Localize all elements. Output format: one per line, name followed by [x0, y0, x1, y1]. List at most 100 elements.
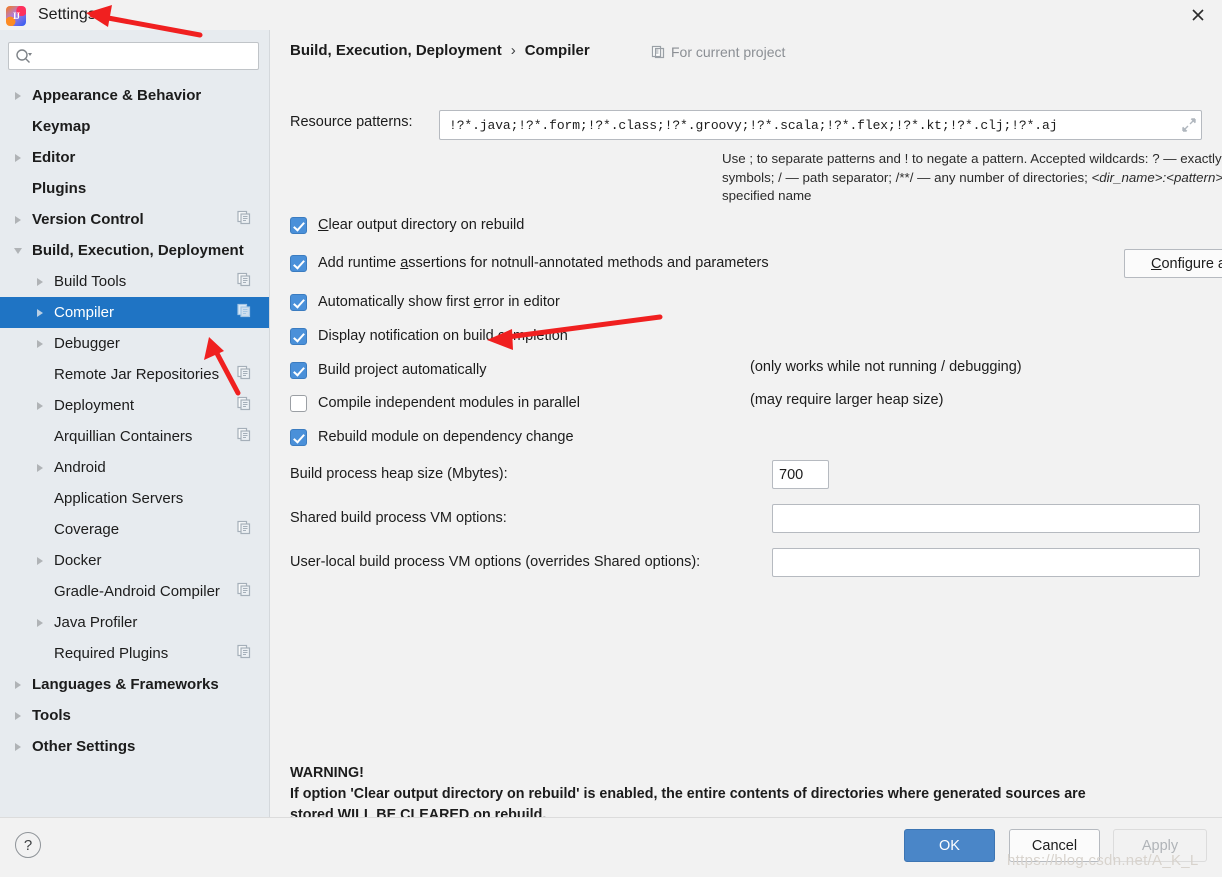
cancel-button[interactable]: Cancel — [1009, 829, 1100, 862]
scope-note: For current project — [651, 44, 785, 60]
checkbox-clear-output[interactable] — [290, 216, 307, 234]
checkbox-runtime-assertions[interactable] — [290, 254, 307, 272]
checkbox-row-parallel-compile[interactable]: Compile independent modules in parallel — [290, 392, 580, 414]
help-line-2a: symbols; / — path separator; /**/ — any … — [722, 169, 1092, 185]
userlocal-vm-options-label: User-local build process VM options (ove… — [290, 554, 701, 570]
sidebar-item-label: Deployment — [54, 397, 135, 414]
expand-arrows-icon[interactable] — [1177, 111, 1201, 139]
configure-annotations-label: Configure annotations... — [1151, 255, 1222, 272]
copy-settings-icon — [237, 365, 251, 384]
search-input[interactable] — [37, 44, 252, 68]
checkbox-display-notification[interactable] — [290, 327, 307, 345]
sidebar-item-editor[interactable]: Editor — [0, 142, 269, 173]
sidebar-item-android[interactable]: Android — [0, 452, 269, 483]
sidebar-item-required-plugins[interactable]: Required Plugins — [0, 638, 269, 669]
checkbox-row-display-notification[interactable]: Display notification on build completion — [290, 325, 568, 347]
userlocal-vm-options-input[interactable] — [773, 549, 1199, 576]
chevron-right-icon[interactable] — [32, 615, 48, 631]
sidebar-item-label: Arquillian Containers — [54, 428, 193, 445]
chevron-right-icon[interactable] — [10, 739, 26, 755]
checkbox-label-runtime-assertions: Add runtime assertions for notnull-annot… — [318, 255, 769, 271]
chevron-down-icon[interactable] — [10, 243, 26, 259]
settings-tree: Appearance & Behavior Keymap Editor Plugins… — [0, 80, 269, 762]
settings-dialog: Settings Appearance & Behavior Keymap Edit… — [0, 0, 1222, 877]
copy-settings-icon — [237, 210, 251, 229]
copy-settings-icon — [237, 272, 251, 291]
intellij-idea-logo-icon — [6, 5, 26, 26]
sidebar-item-build-execution-deployment[interactable]: Build, Execution, Deployment — [0, 235, 269, 266]
sidebar-item-arquillian-containers[interactable]: Arquillian Containers — [0, 421, 269, 452]
resource-patterns-field[interactable] — [439, 110, 1202, 140]
sidebar-item-label: Compiler — [54, 304, 115, 321]
resource-patterns-help: Use ; to separate patterns and ! to nega… — [722, 150, 1222, 206]
configure-annotations-button[interactable]: Configure annotations... — [1124, 249, 1222, 278]
sidebar-item-languages-frameworks[interactable]: Languages & Frameworks — [0, 669, 269, 700]
sidebar-item-compiler[interactable]: Compiler — [0, 297, 269, 328]
sidebar-item-gradle-android-compiler[interactable]: Gradle-Android Compiler — [0, 576, 269, 607]
settings-content: Build, Execution, Deployment › Compiler … — [271, 30, 1222, 823]
sidebar-item-label: Android — [54, 459, 106, 476]
sidebar-item-keymap[interactable]: Keymap — [0, 111, 269, 142]
checkbox-row-show-first-error[interactable]: Automatically show first error in editor — [290, 291, 560, 313]
sidebar-item-coverage[interactable]: Coverage — [0, 514, 269, 545]
heap-size-field[interactable] — [772, 460, 829, 489]
checkbox-label-parallel-compile: Compile independent modules in parallel — [318, 395, 580, 411]
sidebar-item-debugger[interactable]: Debugger — [0, 328, 269, 359]
sidebar-item-label: Docker — [54, 552, 102, 569]
checkbox-row-clear-output[interactable]: Clear output directory on rebuild — [290, 214, 524, 236]
chevron-right-icon[interactable] — [10, 677, 26, 693]
chevron-right-icon[interactable] — [10, 212, 26, 228]
resource-patterns-input[interactable] — [447, 112, 1177, 138]
checkbox-label-show-first-error: Automatically show first error in editor — [318, 294, 560, 310]
chevron-right-icon[interactable] — [10, 708, 26, 724]
chevron-right-icon[interactable] — [10, 150, 26, 166]
sidebar-item-plugins[interactable]: Plugins — [0, 173, 269, 204]
breadcrumb: Build, Execution, Deployment › Compiler — [290, 42, 590, 59]
search-icon — [15, 48, 33, 64]
sidebar-item-label: Java Profiler — [54, 614, 138, 631]
sidebar-item-java-profiler[interactable]: Java Profiler — [0, 607, 269, 638]
sidebar-item-application-servers[interactable]: Application Servers — [0, 483, 269, 514]
apply-button: Apply — [1113, 829, 1207, 862]
checkbox-rebuild-on-dependency[interactable] — [290, 428, 307, 446]
scope-note-label: For current project — [671, 44, 786, 60]
chevron-right-icon[interactable] — [10, 88, 26, 104]
sidebar-item-label: Plugins — [32, 180, 87, 197]
breadcrumb-root[interactable]: Build, Execution, Deployment — [290, 42, 502, 59]
sidebar-item-label: Build Tools — [54, 273, 127, 290]
userlocal-vm-options-field[interactable] — [772, 548, 1200, 577]
checkbox-show-first-error[interactable] — [290, 293, 307, 311]
heap-size-input[interactable] — [773, 461, 828, 488]
sidebar-item-tools[interactable]: Tools — [0, 700, 269, 731]
chevron-right-icon[interactable] — [32, 336, 48, 352]
chevron-right-icon[interactable] — [32, 398, 48, 414]
breadcrumb-leaf: Compiler — [524, 42, 590, 59]
checkbox-parallel-compile[interactable] — [290, 394, 307, 412]
chevron-right-icon[interactable] — [32, 553, 48, 569]
shared-vm-options-input[interactable] — [773, 505, 1199, 532]
sidebar-item-remote-jar-repositories[interactable]: Remote Jar Repositories — [0, 359, 269, 390]
ok-button[interactable]: OK — [904, 829, 995, 862]
title-bar: Settings — [0, 0, 1222, 30]
checkbox-build-automatically[interactable] — [290, 361, 307, 379]
sidebar-item-docker[interactable]: Docker — [0, 545, 269, 576]
chevron-right-icon[interactable] — [32, 274, 48, 290]
shared-vm-options-field[interactable] — [772, 504, 1200, 533]
close-icon[interactable] — [1174, 0, 1222, 30]
chevron-right-icon[interactable] — [32, 305, 48, 321]
sidebar-item-appearance-behavior[interactable]: Appearance & Behavior — [0, 80, 269, 111]
copy-settings-icon — [237, 303, 251, 322]
search-box[interactable] — [8, 42, 259, 70]
checkbox-row-build-automatically[interactable]: Build project automatically — [290, 359, 486, 381]
checkbox-label-display-notification: Display notification on build completion — [318, 328, 568, 344]
chevron-right-icon[interactable] — [32, 460, 48, 476]
checkbox-row-rebuild-on-dependency[interactable]: Rebuild module on dependency change — [290, 426, 574, 448]
checkbox-row-runtime-assertions[interactable]: Add runtime assertions for notnull-annot… — [290, 252, 769, 274]
sidebar-item-other-settings[interactable]: Other Settings — [0, 731, 269, 762]
sidebar-item-label: Tools — [32, 707, 71, 724]
sidebar-item-build-tools[interactable]: Build Tools — [0, 266, 269, 297]
sidebar-item-label: Appearance & Behavior — [32, 87, 202, 104]
sidebar-item-deployment[interactable]: Deployment — [0, 390, 269, 421]
help-icon[interactable]: ? — [15, 832, 41, 858]
sidebar-item-version-control[interactable]: Version Control — [0, 204, 269, 235]
